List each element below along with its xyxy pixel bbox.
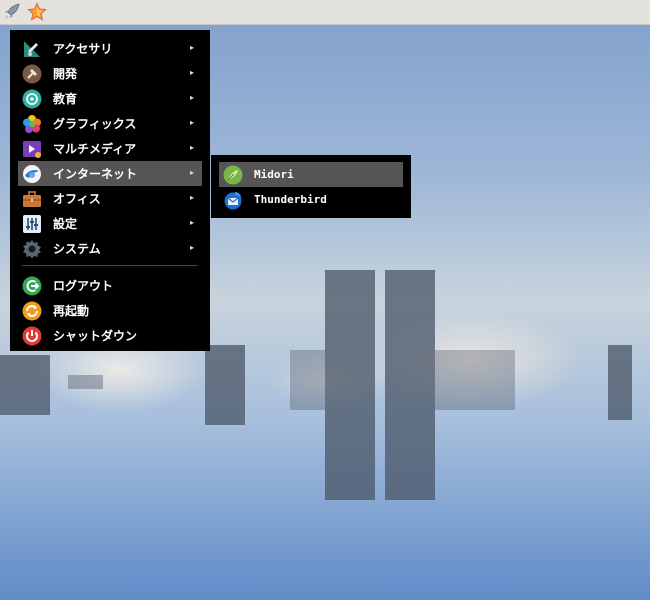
menu-item-multimedia[interactable]: マルチメディア ▸ xyxy=(18,136,202,161)
thunderbird-icon xyxy=(223,190,243,210)
wallpaper-shape xyxy=(290,350,325,410)
wallpaper-shape xyxy=(608,345,632,420)
logout-icon xyxy=(22,276,42,296)
multimedia-icon xyxy=(22,139,42,159)
submenu-arrow-icon: ▸ xyxy=(189,243,194,252)
menu-item-label: オフィス xyxy=(53,192,101,206)
menu-item-label: マルチメディア xyxy=(53,142,137,156)
menu-item-reboot[interactable]: 再起動 xyxy=(18,298,202,323)
submenu-arrow-icon: ▸ xyxy=(189,143,194,152)
wallpaper-shape xyxy=(205,345,245,425)
development-icon xyxy=(22,64,42,84)
menu-item-logout[interactable]: ログアウト xyxy=(18,273,202,298)
submenu-arrow-icon: ▸ xyxy=(189,218,194,227)
menu-item-development[interactable]: 開発 ▸ xyxy=(18,61,202,86)
star-icon[interactable] xyxy=(27,2,47,22)
graphics-icon xyxy=(22,114,42,134)
system-icon xyxy=(22,239,42,259)
wallpaper-shape xyxy=(325,270,375,500)
menu-item-label: シャットダウン xyxy=(53,329,138,343)
menu-item-label: ログアウト xyxy=(53,279,114,293)
menu-item-label: 再起動 xyxy=(53,304,90,318)
menu-item-internet[interactable]: インターネット ▸ xyxy=(18,161,202,186)
wallpaper-shape xyxy=(435,350,515,410)
menu-item-label: グラフィックス xyxy=(53,117,137,131)
submenu-arrow-icon: ▸ xyxy=(189,93,194,102)
menu-item-label: 設定 xyxy=(53,217,78,231)
wallpaper-shape xyxy=(385,270,435,500)
rocket-icon[interactable] xyxy=(2,2,22,22)
menu-item-settings[interactable]: 設定 ▸ xyxy=(18,211,202,236)
submenu-arrow-icon: ▸ xyxy=(189,118,194,127)
internet-submenu: Midori Thunderbird xyxy=(211,155,411,218)
submenu-item-thunderbird[interactable]: Thunderbird xyxy=(219,187,403,212)
top-panel xyxy=(0,0,650,25)
submenu-item-midori[interactable]: Midori xyxy=(219,162,403,187)
menu-item-label: システム xyxy=(53,242,101,256)
submenu-arrow-icon: ▸ xyxy=(189,193,194,202)
menu-separator xyxy=(22,265,198,266)
menu-item-system[interactable]: システム ▸ xyxy=(18,236,202,261)
reboot-icon xyxy=(22,301,42,321)
menu-item-graphics[interactable]: グラフィックス ▸ xyxy=(18,111,202,136)
menu-item-accessories[interactable]: アクセサリ ▸ xyxy=(18,36,202,61)
accessories-icon xyxy=(22,39,42,59)
submenu-item-label: Thunderbird xyxy=(254,193,327,206)
menu-item-label: 教育 xyxy=(53,92,78,106)
menu-item-shutdown[interactable]: シャットダウン xyxy=(18,323,202,348)
submenu-item-label: Midori xyxy=(254,168,294,181)
menu-item-education[interactable]: 教育 ▸ xyxy=(18,86,202,111)
submenu-arrow-icon: ▸ xyxy=(189,43,194,52)
settings-icon xyxy=(22,214,42,234)
shutdown-icon xyxy=(22,326,42,346)
office-icon xyxy=(22,189,42,209)
midori-icon xyxy=(223,165,243,185)
internet-icon xyxy=(22,164,42,184)
education-icon xyxy=(22,89,42,109)
submenu-arrow-icon: ▸ xyxy=(189,68,194,77)
desktop: アクセサリ ▸ 開発 ▸ 教育 ▸ グラフィックス ▸ マルチメディア ▸ イン… xyxy=(0,0,650,600)
menu-item-office[interactable]: オフィス ▸ xyxy=(18,186,202,211)
menu-item-label: インターネット xyxy=(53,167,138,181)
submenu-arrow-icon: ▸ xyxy=(189,168,194,177)
menu-item-label: アクセサリ xyxy=(53,42,113,56)
wallpaper-shape xyxy=(0,355,50,415)
applications-menu: アクセサリ ▸ 開発 ▸ 教育 ▸ グラフィックス ▸ マルチメディア ▸ イン… xyxy=(10,30,210,351)
menu-item-label: 開発 xyxy=(53,67,78,81)
wallpaper-shape xyxy=(68,375,103,389)
